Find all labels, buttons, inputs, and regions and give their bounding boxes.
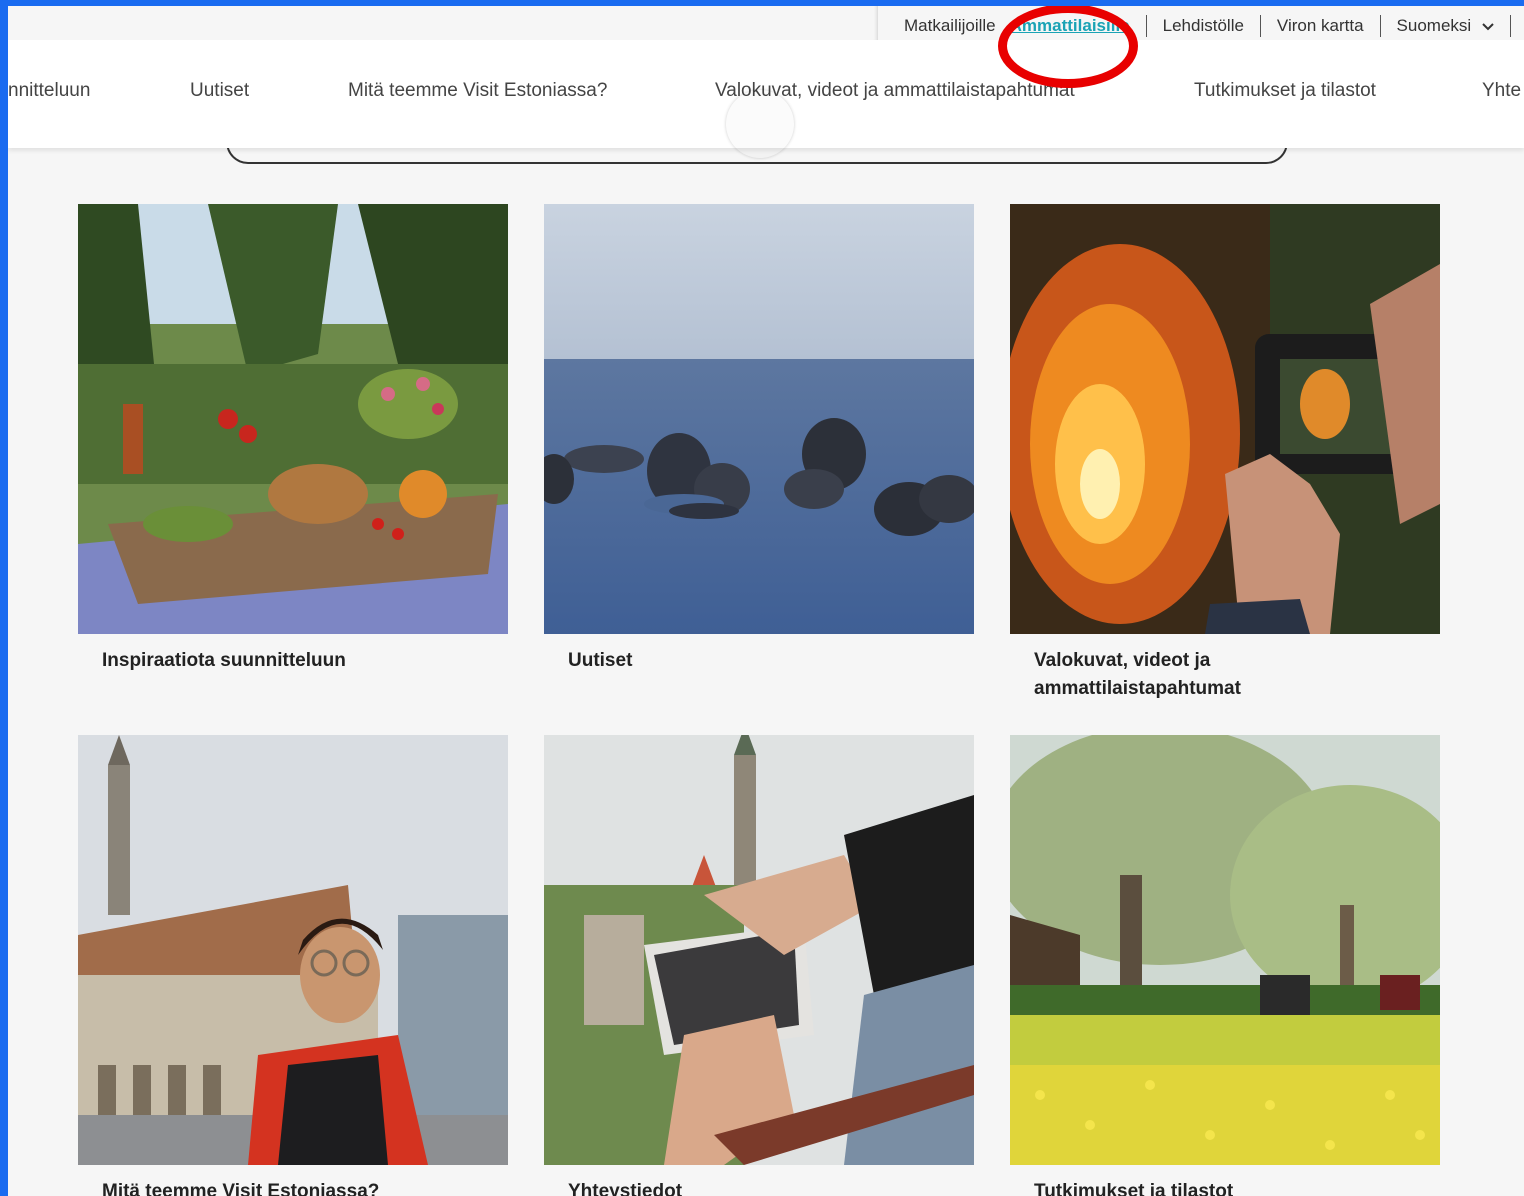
nav-item-contacts[interactable]: Yhte bbox=[1482, 80, 1521, 102]
outdoor-food-table-photo bbox=[78, 204, 508, 634]
card-caption: Tutkimukset ja tilastot bbox=[1034, 1181, 1234, 1196]
card-research[interactable]: Tutkimukset ja tilastot bbox=[1010, 735, 1440, 1196]
separator bbox=[1145, 15, 1147, 37]
main-navigation: nnitteluun Uutiset Mitä teemme Visit Est… bbox=[8, 40, 1524, 148]
nav-item-news[interactable]: Uutiset bbox=[190, 80, 249, 102]
page: ɔᴉɯɔp ɔɔ ɯɔ nnitteluun Uutiset Mitä teem… bbox=[8, 6, 1524, 1196]
utility-link-professionals[interactable]: Ammattilaisille bbox=[1010, 16, 1130, 36]
blooming-orchard-photo bbox=[1010, 735, 1440, 1165]
nav-item-research[interactable]: Tutkimukset ja tilastot bbox=[1194, 80, 1376, 102]
language-selector-label: Suomeksi bbox=[1396, 16, 1472, 35]
card-media[interactable]: Valokuvat, videot ja ammattilaistapahtum… bbox=[1010, 204, 1440, 703]
language-selector[interactable]: Suomeksi bbox=[1397, 16, 1494, 36]
utility-link-press[interactable]: Lehdistölle bbox=[1163, 16, 1244, 36]
cursor-highlight bbox=[726, 90, 794, 158]
nav-item-inspiration[interactable]: nnitteluun bbox=[8, 80, 90, 102]
utility-link-map[interactable]: Viron kartta bbox=[1277, 16, 1364, 36]
separator bbox=[1259, 15, 1261, 37]
camera-bonfire-photo bbox=[1010, 204, 1440, 634]
utility-link-travellers[interactable]: Matkailijoille bbox=[904, 16, 996, 36]
chevron-down-icon bbox=[1482, 19, 1494, 34]
card-caption: Inspiraatiota suunnitteluun bbox=[102, 650, 346, 671]
card-what-we-do[interactable]: Mitä teemme Visit Estoniassa? bbox=[78, 735, 508, 1196]
card-contacts[interactable]: Yhteystiedot bbox=[544, 735, 974, 1196]
card-inspiration[interactable]: Inspiraatiota suunnitteluun bbox=[78, 204, 508, 675]
tablet-old-town-photo bbox=[544, 735, 974, 1165]
card-news[interactable]: Uutiset bbox=[544, 204, 974, 675]
seals-in-sea-photo bbox=[544, 204, 974, 634]
town-hall-man-photo bbox=[78, 735, 508, 1165]
card-caption: Yhteystiedot bbox=[568, 1181, 683, 1196]
card-caption: Mitä teemme Visit Estoniassa? bbox=[102, 1181, 380, 1196]
card-caption: Uutiset bbox=[568, 650, 633, 671]
nav-item-what-we-do[interactable]: Mitä teemme Visit Estoniassa? bbox=[348, 80, 607, 102]
separator bbox=[1509, 15, 1511, 37]
card-caption: Valokuvat, videot ja ammattilaistapahtum… bbox=[1034, 650, 1241, 699]
separator bbox=[1379, 15, 1381, 37]
